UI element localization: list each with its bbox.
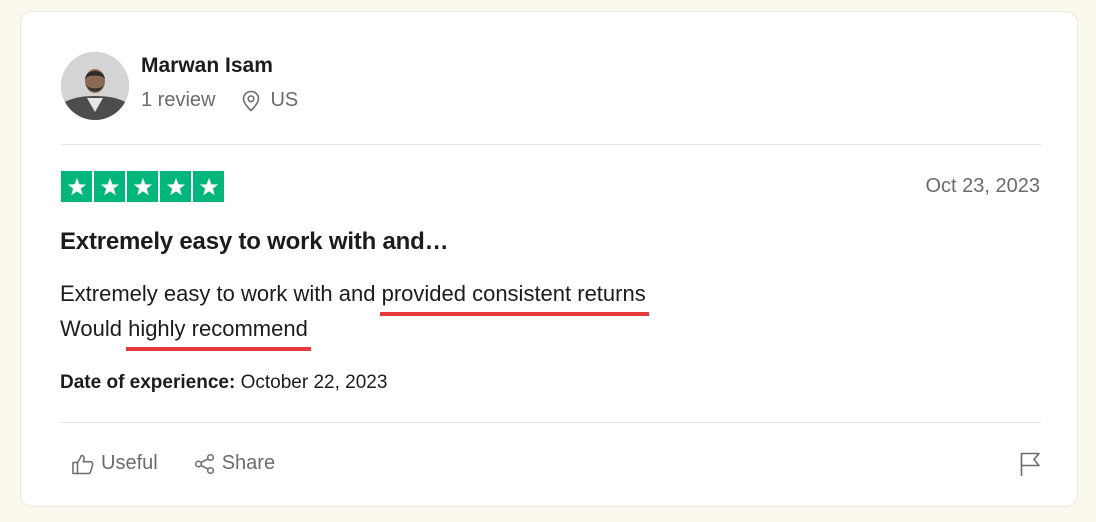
header-divider: [61, 144, 1041, 145]
avatar[interactable]: [61, 52, 129, 120]
star-icon: [127, 171, 158, 202]
review-count: 1 review: [141, 89, 216, 111]
star-icon: [61, 171, 92, 202]
review-date: Oct 23, 2023: [925, 175, 1040, 197]
review-card: Marwan Isam 1 review US Oct 23, 2023 Ext…: [20, 11, 1078, 507]
review-title[interactable]: Extremely easy to work with and…: [60, 228, 449, 256]
body-text: Extremely easy to work with and: [60, 281, 382, 306]
review-body: Extremely easy to work with and provided…: [60, 276, 649, 351]
reviewer-name[interactable]: Marwan Isam: [141, 54, 273, 78]
review-body-line-2: Would highly recommend: [60, 311, 649, 351]
star-icon: [94, 171, 125, 202]
footer-divider: [61, 422, 1041, 423]
star-icon: [160, 171, 191, 202]
flag-icon: [1020, 452, 1040, 476]
experience-label: Date of experience:: [60, 372, 236, 393]
body-text: Would: [60, 316, 129, 341]
star-rating: [61, 171, 224, 202]
avatar-photo: [61, 52, 129, 120]
share-icon: [194, 453, 214, 474]
share-button[interactable]: Share: [194, 452, 275, 475]
report-flag-button[interactable]: [1019, 451, 1041, 482]
review-actions: Useful Share: [71, 452, 275, 475]
share-label: Share: [221, 452, 276, 474]
location-pin-icon: [243, 90, 260, 112]
useful-button[interactable]: Useful: [71, 452, 158, 475]
highlighted-text: provided consistent returns: [379, 281, 649, 316]
country-label: US: [270, 89, 299, 111]
useful-label: Useful: [101, 452, 158, 474]
star-icon: [193, 171, 224, 202]
highlighted-text: highly recommend: [126, 316, 311, 351]
thumbs-up-icon: [72, 454, 94, 474]
review-body-line-1: Extremely easy to work with and provided…: [60, 276, 649, 316]
date-of-experience: Date of experience: October 22, 2023: [60, 372, 387, 394]
reviewer-location: US: [241, 89, 298, 112]
reviewer-meta: 1 review US: [141, 89, 298, 112]
experience-date: October 22, 2023: [240, 372, 388, 393]
